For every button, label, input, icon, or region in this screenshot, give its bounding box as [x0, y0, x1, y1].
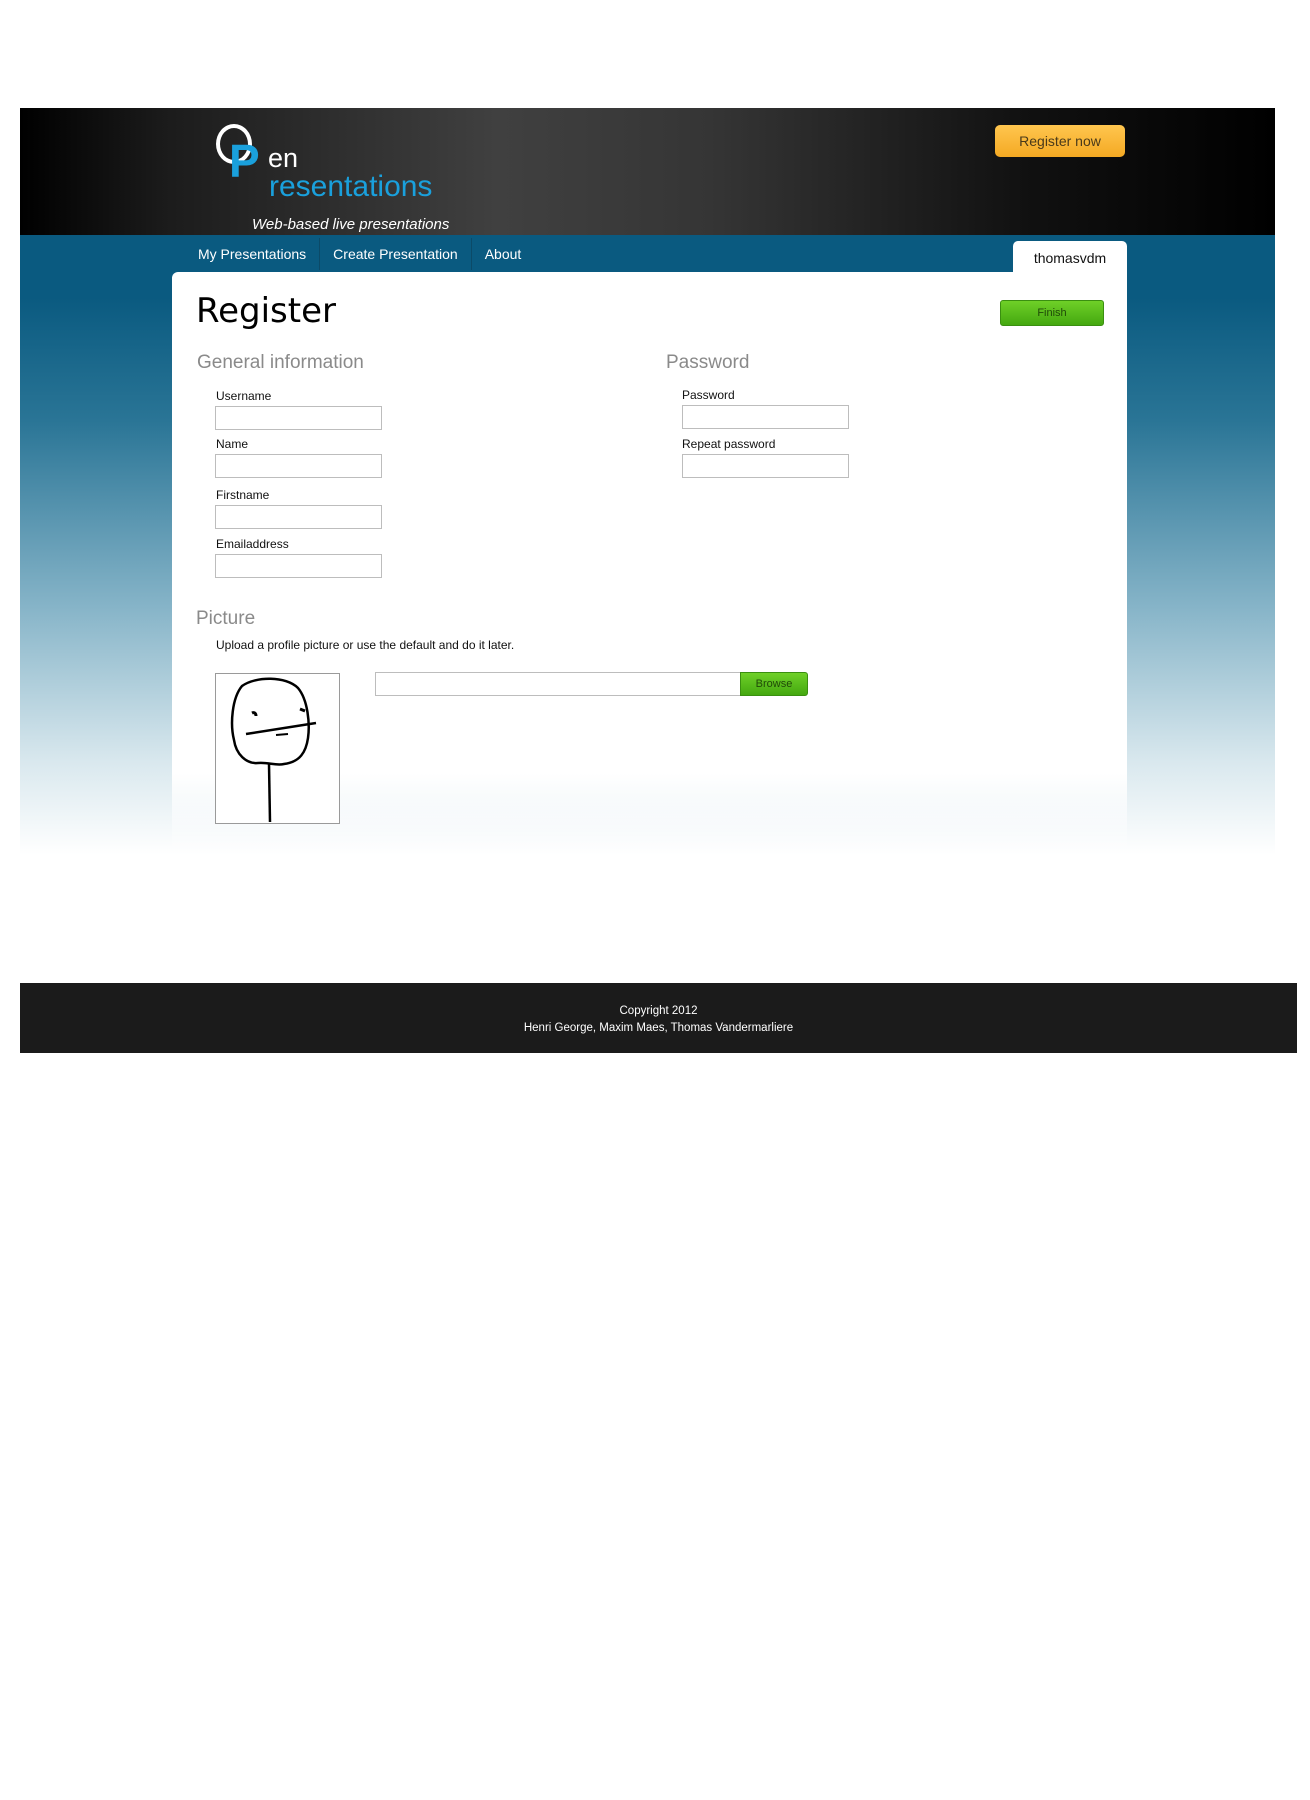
- logo-tagline: Web-based live presentations: [252, 216, 450, 233]
- email-label: Emailaddress: [216, 537, 289, 551]
- username-label: Username: [216, 389, 272, 403]
- picture-heading: Picture: [196, 608, 256, 629]
- repeat-password-label: Repeat password: [682, 437, 776, 451]
- browse-button[interactable]: Browse: [740, 672, 808, 696]
- footer-copyright: Copyright 2012: [619, 1005, 698, 1017]
- firstname-label: Firstname: [216, 488, 270, 502]
- email-input[interactable]: [215, 554, 382, 578]
- finish-button[interactable]: Finish: [1000, 300, 1104, 326]
- user-tab[interactable]: thomasvdm: [1013, 241, 1127, 275]
- nav-item-my-presentations[interactable]: My Presentations: [185, 238, 321, 270]
- page-title: Register: [196, 291, 336, 331]
- password-heading: Password: [666, 352, 750, 373]
- logo-p-letter: P: [229, 135, 260, 187]
- nav-item-about[interactable]: About: [472, 238, 535, 270]
- name-label: Name: [216, 437, 249, 451]
- username-input[interactable]: [215, 406, 382, 430]
- site-footer: Copyright 2012 Henri George, Maxim Maes,…: [20, 983, 1297, 1053]
- firstname-input[interactable]: [215, 505, 382, 529]
- general-info-heading: General information: [197, 352, 364, 373]
- open-presentations-logo[interactable]: P en resentations Web-based live present…: [216, 124, 456, 233]
- site-header: P en resentations Web-based live present…: [20, 108, 1275, 235]
- avatar: [215, 673, 340, 824]
- main-nav: My Presentations Create Presentation Abo…: [185, 238, 534, 270]
- nav-item-create-presentation[interactable]: Create Presentation: [320, 238, 472, 270]
- password-input[interactable]: [682, 405, 849, 429]
- picture-file-input[interactable]: [375, 672, 741, 696]
- repeat-password-input[interactable]: [682, 454, 849, 478]
- logo-presentations-text: resentations: [269, 170, 433, 203]
- logo-en-text: en: [268, 143, 299, 173]
- name-input[interactable]: [215, 454, 382, 478]
- register-now-button[interactable]: Register now: [995, 125, 1125, 157]
- default-avatar-face: [230, 677, 317, 823]
- password-label: Password: [682, 388, 735, 402]
- footer-authors: Henri George, Maxim Maes, Thomas Vanderm…: [523, 1022, 794, 1034]
- picture-description: Upload a profile picture or use the defa…: [216, 638, 515, 652]
